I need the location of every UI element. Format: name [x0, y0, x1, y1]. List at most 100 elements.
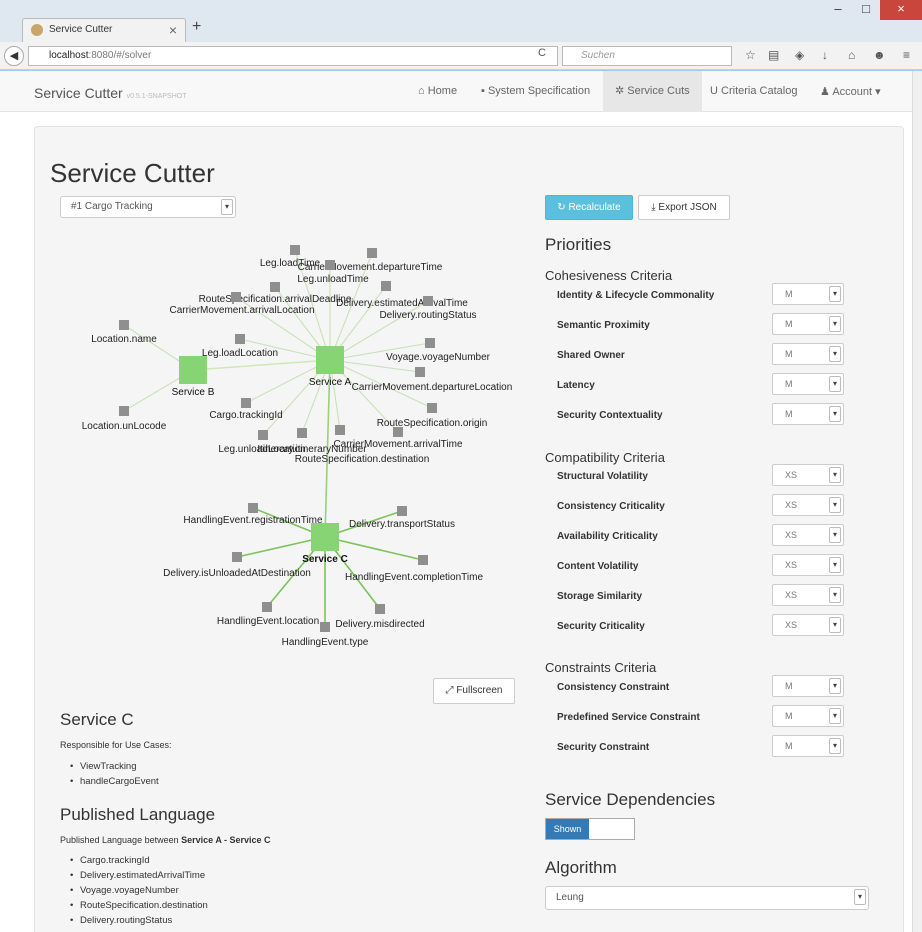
criteria-priority-select[interactable]: M ▾ [772, 373, 844, 395]
criteria-priority-select[interactable]: M ▾ [772, 313, 844, 335]
graph-node[interactable] [375, 604, 385, 614]
criteria-priority-select[interactable]: M ▾ [772, 675, 844, 697]
chevron-down-icon: ▾ [829, 738, 841, 754]
nav-system-specification[interactable]: ▪ System Specification [481, 85, 590, 97]
graph-node[interactable] [397, 506, 407, 516]
search-input[interactable]: Suchen [562, 46, 732, 66]
export-json-button[interactable]: ⤓ Export JSON [638, 195, 730, 220]
graph-node[interactable] [320, 622, 330, 632]
minimize-button[interactable]: – [824, 0, 852, 20]
graph-node[interactable] [427, 403, 437, 413]
criteria-priority-select[interactable]: XS ▾ [772, 554, 844, 576]
back-button[interactable]: ◀ [4, 46, 24, 66]
criteria-priority-select[interactable]: M ▾ [772, 705, 844, 727]
graph-node-label: RouteSpecification.arrivalDeadline [199, 294, 352, 305]
graph-node[interactable] [367, 248, 377, 258]
fullscreen-button[interactable]: ⤢ Fullscreen [433, 678, 515, 704]
criteria-priority-value: XS [785, 500, 798, 510]
graph-node[interactable] [418, 555, 428, 565]
maximize-button[interactable]: □ [852, 0, 880, 20]
close-tab-icon[interactable]: × [169, 19, 177, 41]
published-between: Service A - Service C [181, 835, 271, 845]
brand[interactable]: Service Cutter v0.5.1-SNAPSHOT [34, 85, 187, 101]
graph-node-label: Delivery.routingStatus [379, 310, 476, 321]
algorithm-heading: Algorithm [545, 858, 617, 877]
pocket-icon[interactable]: ◈ [795, 48, 804, 62]
close-window-button[interactable]: × [880, 0, 922, 20]
chat-icon[interactable]: ☻ [873, 48, 886, 62]
graph-node[interactable] [241, 398, 251, 408]
graph-node[interactable] [297, 428, 307, 438]
graph-node-label: Leg.unloadTime [297, 274, 369, 285]
graph-node-label: RouteSpecification.destination [295, 454, 430, 465]
nav-criteria-catalog[interactable]: U Criteria Catalog [710, 85, 797, 97]
service-node-label: Service B [172, 387, 215, 398]
chevron-down-icon: ▾ [829, 587, 841, 603]
service-node[interactable] [179, 356, 207, 384]
graph-node[interactable] [231, 292, 241, 302]
bookmark-star-icon[interactable]: ☆ [745, 48, 756, 62]
graph-node-label: Voyage.voyageNumber [386, 352, 491, 363]
criteria-priority-select[interactable]: M ▾ [772, 735, 844, 757]
list-item: Voyage.voyageNumber [60, 883, 208, 898]
service-graph[interactable]: Leg.loadTimeCarrierMovement.departureTim… [60, 238, 520, 658]
recalculate-button[interactable]: ↻ Recalculate [545, 195, 633, 220]
browser-tab[interactable]: Service Cutter × [22, 18, 186, 42]
nav-cuts-label: Service Cuts [627, 85, 690, 97]
graph-node[interactable] [290, 245, 300, 255]
graph-node-label: HandlingEvent.completionTime [345, 572, 483, 583]
graph-node[interactable] [262, 602, 272, 612]
dependencies-toggle[interactable]: Shown [545, 818, 635, 840]
spec-select[interactable]: #1 Cargo Tracking ▾ [60, 196, 236, 218]
scrollbar[interactable] [912, 71, 922, 932]
criteria-label: Availability Criticality [557, 531, 658, 542]
graph-node[interactable] [232, 552, 242, 562]
nav-account[interactable]: ♟ Account ▾ [820, 85, 881, 98]
clipboard-icon[interactable]: ▤ [768, 48, 779, 62]
graph-node[interactable] [415, 367, 425, 377]
nav-service-cuts[interactable]: ✲ Service Cuts [603, 71, 702, 112]
graph-node[interactable] [235, 334, 245, 344]
graph-node[interactable] [393, 427, 403, 437]
criteria-priority-select[interactable]: M ▾ [772, 343, 844, 365]
graph-node[interactable] [381, 281, 391, 291]
criteria-priority-select[interactable]: XS ▾ [772, 584, 844, 606]
graph-node[interactable] [270, 282, 280, 292]
graph-node[interactable] [119, 406, 129, 416]
criteria-priority-select[interactable]: XS ▾ [772, 614, 844, 636]
criteria-priority-select[interactable]: XS ▾ [772, 524, 844, 546]
criteria-priority-select[interactable]: XS ▾ [772, 464, 844, 486]
reload-icon[interactable]: C [538, 47, 546, 59]
home-icon[interactable]: ⌂ [848, 48, 855, 62]
service-node[interactable] [311, 523, 339, 551]
new-tab-button[interactable]: + [192, 18, 201, 36]
criteria-priority-select[interactable]: XS ▾ [772, 494, 844, 516]
graph-node[interactable] [119, 320, 129, 330]
graph-node[interactable] [325, 260, 335, 270]
url-host: localhost [49, 50, 89, 61]
criteria-priority-select[interactable]: M ▾ [772, 403, 844, 425]
download-icon[interactable]: ↓ [822, 48, 828, 62]
nav-home-label: Home [427, 85, 458, 97]
menu-icon[interactable]: ≡ [903, 48, 910, 62]
graph-node[interactable] [258, 430, 268, 440]
expand-icon: ⤢ [445, 685, 454, 696]
graph-node[interactable] [335, 425, 345, 435]
service-node[interactable] [316, 346, 344, 374]
criteria-priority-value: M [785, 711, 793, 721]
algorithm-select[interactable]: Leung ▾ [545, 886, 869, 910]
graph-node[interactable] [423, 296, 433, 306]
file-icon: ▪ [481, 85, 485, 97]
nav-home[interactable]: ⌂ Home [418, 85, 457, 97]
toggle-on-label: Shown [546, 819, 589, 839]
graph-node[interactable] [425, 338, 435, 348]
graph-node[interactable] [248, 503, 258, 513]
chevron-down-icon: ▾ [829, 708, 841, 724]
url-bar[interactable]: localhost:8080/#/solver [28, 46, 558, 66]
chevron-down-icon: ▾ [829, 527, 841, 543]
chevron-down-icon: ▾ [829, 678, 841, 694]
criteria-label: Content Volatility [557, 561, 639, 572]
title-bar: Service Cutter × + – □ × [0, 0, 922, 42]
criteria-priority-select[interactable]: M ▾ [772, 283, 844, 305]
criteria-label: Storage Similarity [557, 591, 643, 602]
